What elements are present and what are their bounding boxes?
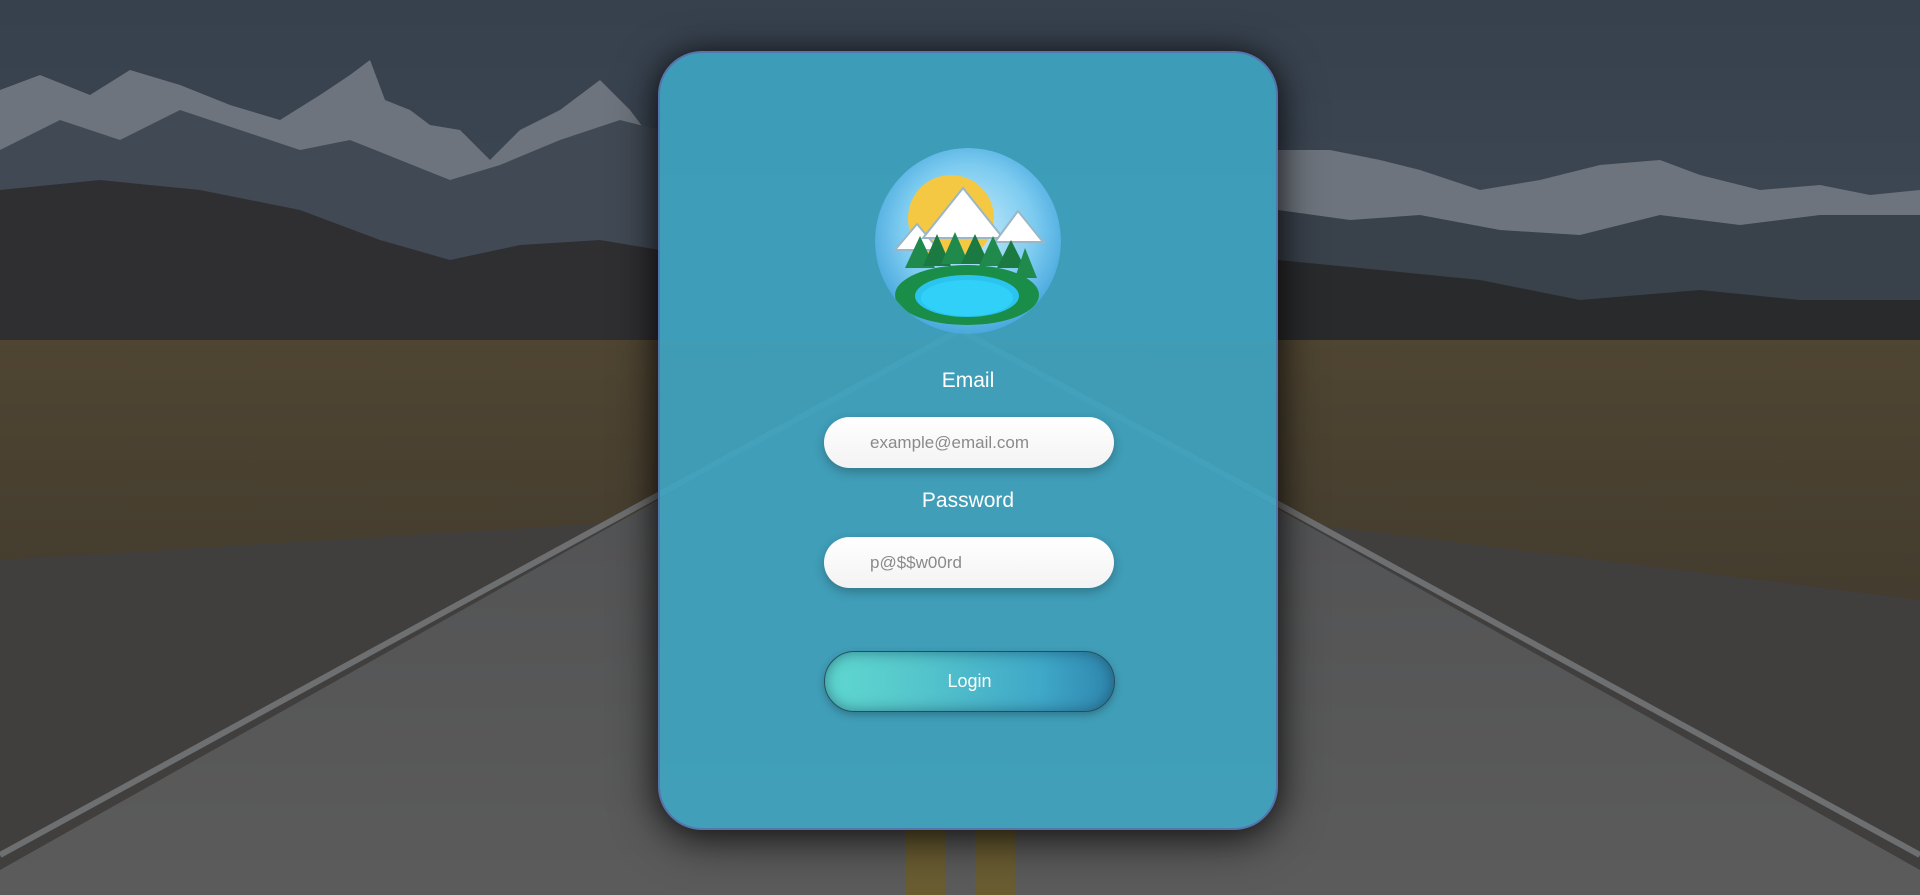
login-card: Email Password Login — [658, 51, 1278, 830]
mountain-lake-logo-icon — [875, 148, 1061, 334]
login-button[interactable]: Login — [824, 651, 1115, 712]
password-input[interactable] — [824, 537, 1114, 588]
email-input[interactable] — [824, 417, 1114, 468]
email-label: Email — [941, 369, 995, 392]
login-page: Email Password Login — [0, 0, 1920, 895]
password-label: Password — [921, 489, 1015, 512]
